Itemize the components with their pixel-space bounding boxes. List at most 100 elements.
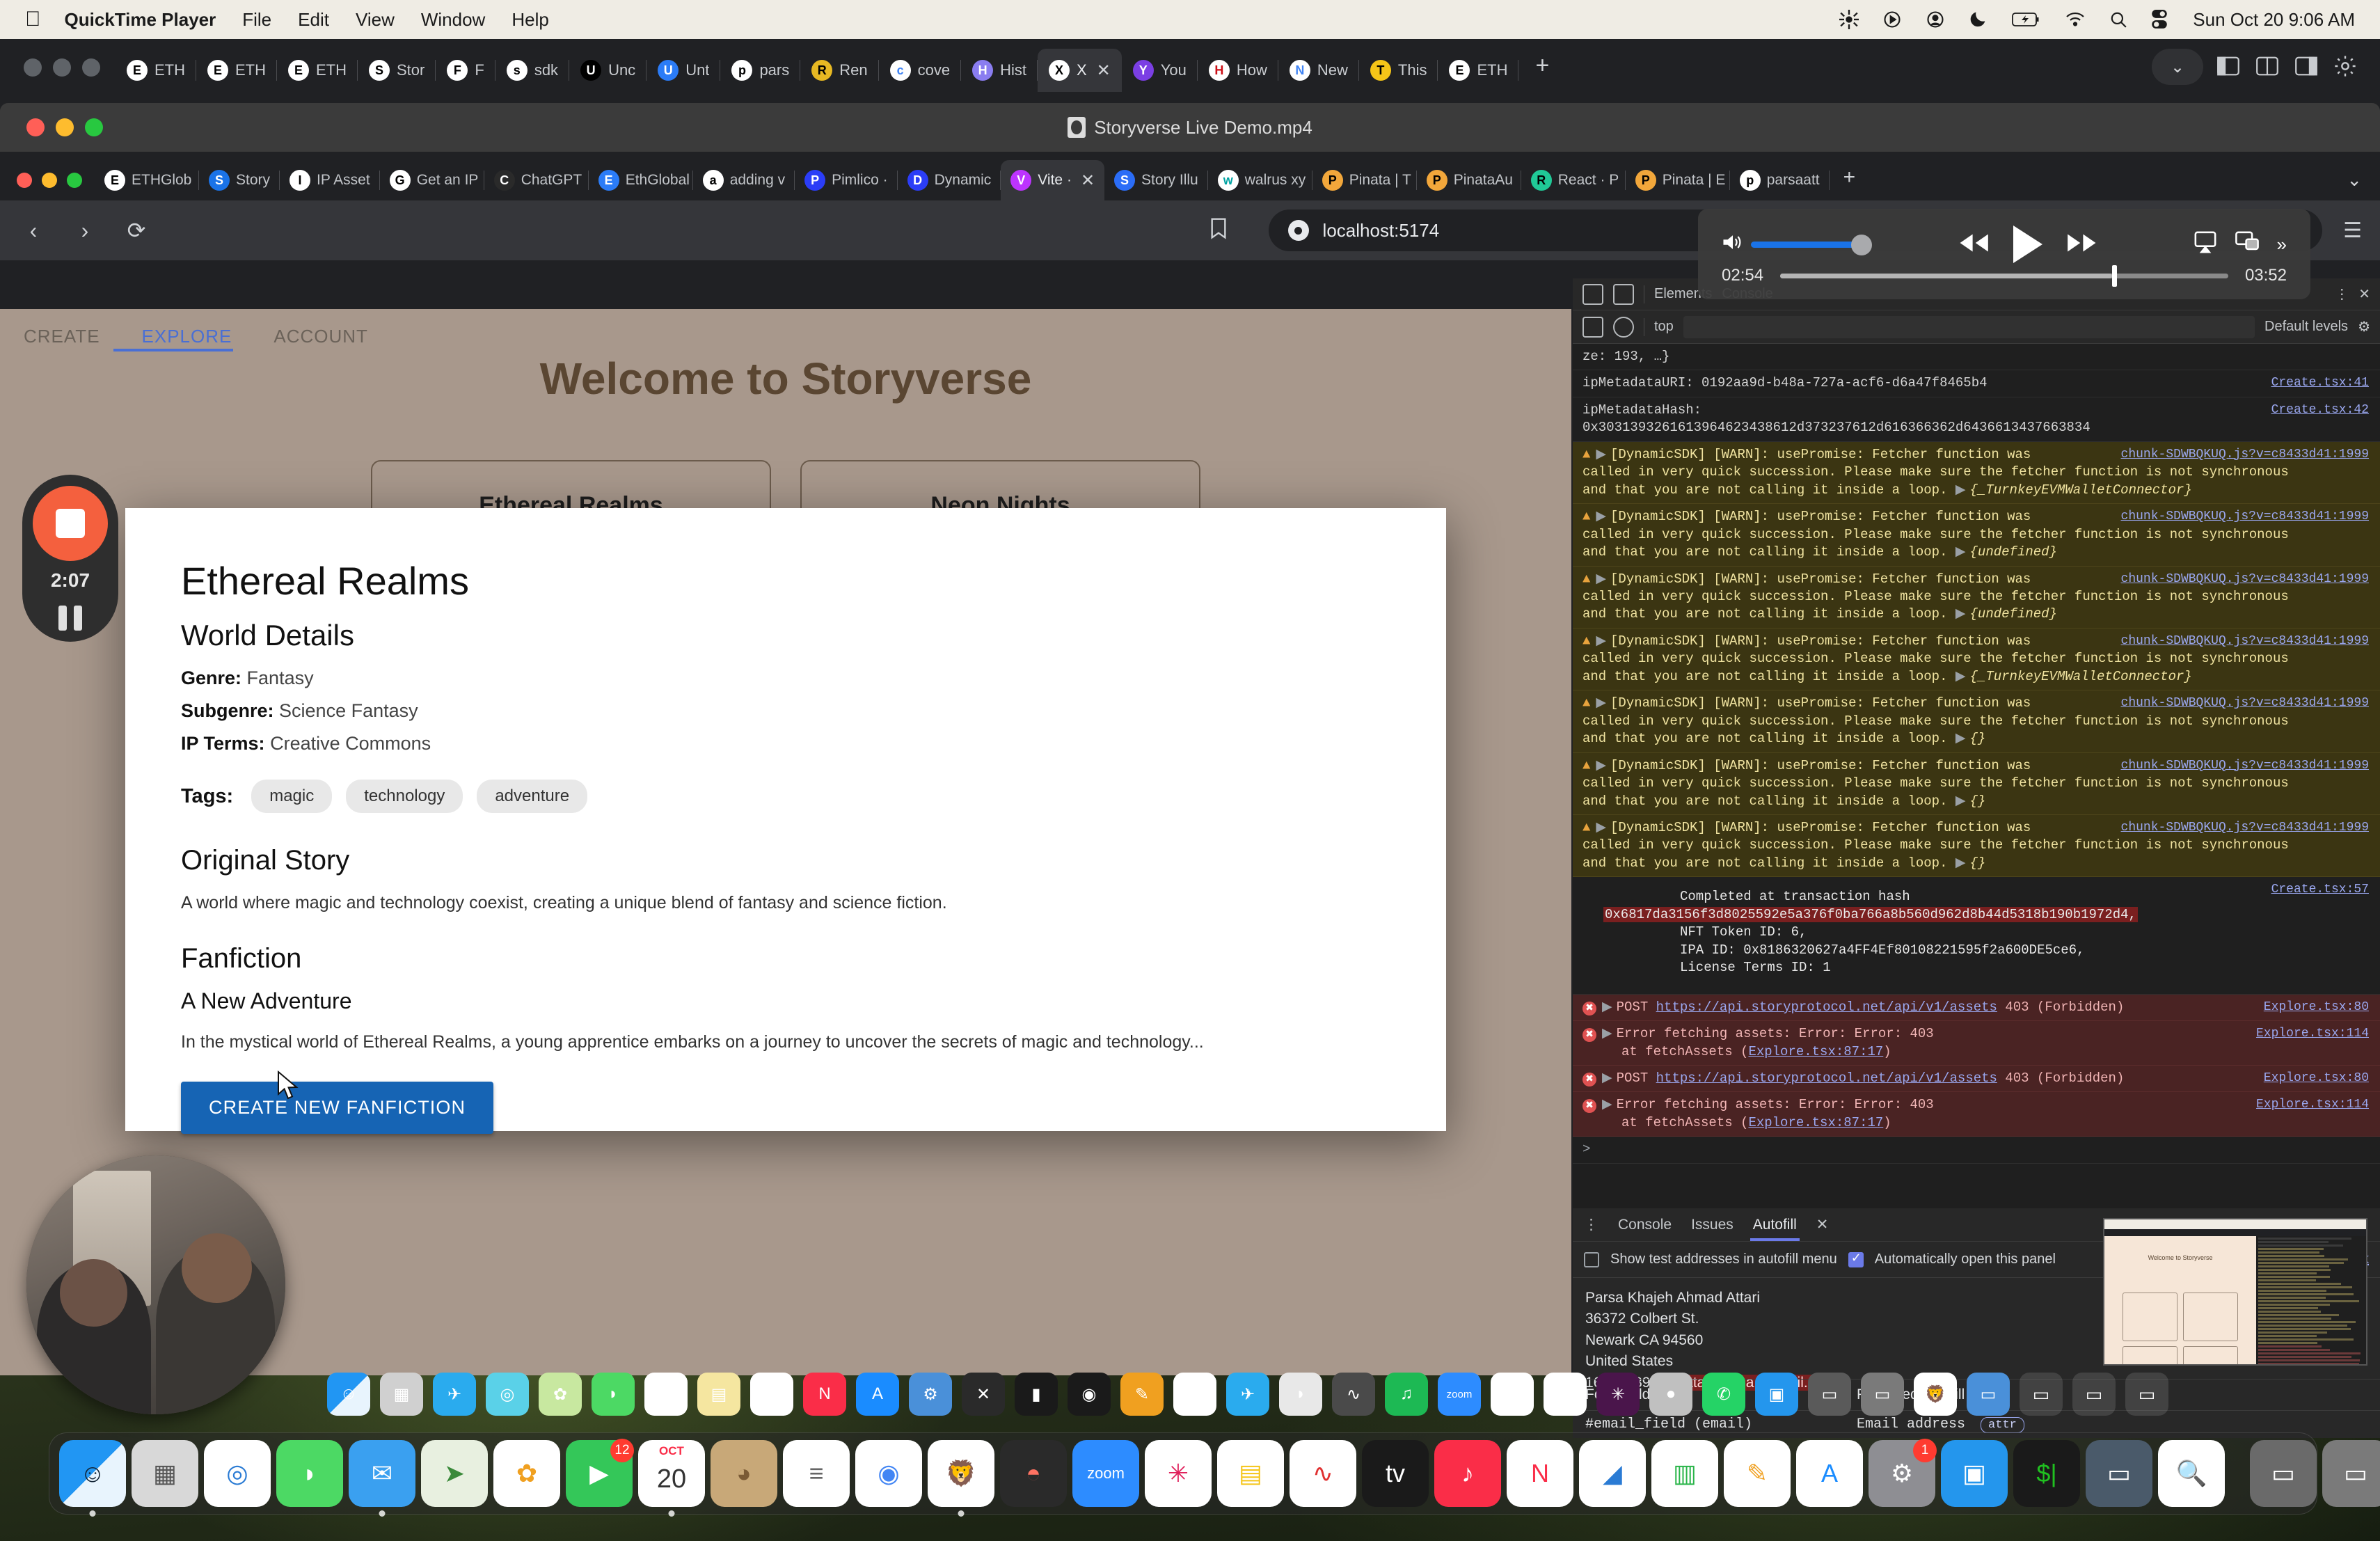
console-levels-selector[interactable]: Default levels <box>2264 319 2348 335</box>
app-strip-item-chat-app[interactable]: ◗ <box>1279 1373 1322 1416</box>
seek-playhead[interactable] <box>2112 265 2117 287</box>
control-center-icon[interactable] <box>2151 10 2168 29</box>
console-source-link[interactable]: chunk-SDWBQKUQ.js?v=c8433d41:1999 <box>2121 446 2369 463</box>
console-source-link[interactable]: Explore.tsx:114 <box>2256 1025 2369 1042</box>
expand-arrow-icon[interactable]: ▶ <box>1602 999 1612 1015</box>
modal-tag[interactable]: technology <box>346 780 463 813</box>
expand-arrow-icon[interactable]: ▶ <box>1596 633 1606 649</box>
back-button[interactable]: ‹ <box>18 218 49 244</box>
trash-icon[interactable]: ▭ <box>2125 1373 2168 1416</box>
dock-item-finder-window-1[interactable]: ▭ <box>2250 1440 2317 1507</box>
create-new-fanfiction-button[interactable]: CREATE NEW FANFICTION <box>181 1082 493 1134</box>
console-source-link[interactable]: chunk-SDWBQKUQ.js?v=c8433d41:1999 <box>2121 757 2369 774</box>
browser-tab[interactable]: w walrus xy <box>1208 160 1312 200</box>
wifi-icon[interactable] <box>2065 11 2086 28</box>
app-strip-item-chrome-app[interactable]: ◉ <box>1544 1373 1587 1416</box>
browser-tab[interactable]: U Unt <box>646 49 720 92</box>
console-source-link[interactable]: Explore.tsx:114 <box>2256 1096 2369 1113</box>
menu-bar-clock[interactable]: Sun Oct 20 9:06 AM <box>2193 9 2355 31</box>
browser-tab[interactable]: S Story <box>199 160 280 200</box>
close-button[interactable] <box>17 173 32 188</box>
browser-tab[interactable]: P Pimlico · <box>795 160 898 200</box>
browser-menu-icon[interactable]: ☰ <box>2343 219 2362 243</box>
console-log-row[interactable]: ipMetadataHash: 0x30313932616139646234386… <box>1573 397 2380 442</box>
browser-tab[interactable]: R React · P <box>1521 160 1626 200</box>
app-strip-item-settings-app[interactable]: ⚙ <box>909 1373 952 1416</box>
outer-new-tab-button[interactable]: + <box>1518 52 1566 92</box>
close-button[interactable] <box>24 58 42 77</box>
dock-item-figma[interactable]: ◓ <box>1000 1440 1067 1507</box>
console-log-row[interactable]: ze: 193, …} <box>1573 344 2380 370</box>
app-strip-item-whatsapp-app[interactable]: ✆ <box>1702 1373 1745 1416</box>
console-source-link[interactable]: Explore.tsx:80 <box>2264 999 2369 1016</box>
menu-item-file[interactable]: File <box>242 9 271 31</box>
browser-tab[interactable]: N New <box>1278 49 1359 92</box>
modal-tag[interactable]: adventure <box>477 780 587 813</box>
app-strip-item-notion-app[interactable]: N <box>1173 1373 1216 1416</box>
app-strip-item-circle-app[interactable]: ● <box>1649 1373 1692 1416</box>
console-context-selector[interactable]: top <box>1654 319 1674 335</box>
browser-tab[interactable]: H How <box>1198 49 1278 92</box>
console-warning-row[interactable]: ▲ ▶ [DynamicSDK] [WARN]: usePromise: Fetch… <box>1573 504 2380 566</box>
rewind-icon[interactable] <box>1956 231 1991 258</box>
menu-item-window[interactable]: Window <box>421 9 485 31</box>
expand-arrow-icon[interactable]: ▶ <box>1955 731 1966 746</box>
browser-tab[interactable]: E ETHGlob <box>95 160 199 200</box>
expand-arrow-icon[interactable]: ▶ <box>1955 544 1966 560</box>
dock-item-calendar[interactable]: OCT 20 <box>638 1440 705 1507</box>
app-strip-item-zoom-app[interactable]: zoom <box>1438 1373 1481 1416</box>
request-url[interactable]: https://api.storyprotocol.net/api/v1/ass… <box>1656 999 1997 1015</box>
modal-tag[interactable]: magic <box>251 780 332 813</box>
app-strip-item-chatgpt-app[interactable]: ◉ <box>1068 1373 1111 1416</box>
drawer-tab-issues[interactable]: Issues <box>1691 1217 1734 1233</box>
stack-source-link[interactable]: Explore.tsx:87:17 <box>1748 1115 1883 1130</box>
chevron-double-right-icon[interactable]: » <box>2277 234 2287 255</box>
expand-arrow-icon[interactable]: ▶ <box>1596 695 1606 711</box>
expand-arrow-icon[interactable]: ▶ <box>1955 606 1966 622</box>
console-source-link[interactable]: chunk-SDWBQKUQ.js?v=c8433d41:1999 <box>2121 508 2369 525</box>
console-warning-row[interactable]: ▲ ▶ [DynamicSDK] [WARN]: usePromise: Fetch… <box>1573 753 2380 815</box>
inspect-element-icon[interactable] <box>1582 284 1603 305</box>
dock-item-app-store[interactable]: A <box>1796 1440 1863 1507</box>
pause-recording-button[interactable] <box>58 606 82 631</box>
console-source-link[interactable]: chunk-SDWBQKUQ.js?v=c8433d41:1999 <box>2121 571 2369 587</box>
app-strip-item-photos-app[interactable]: ✿ <box>539 1373 582 1416</box>
dock-item-keynote[interactable]: ◢ <box>1579 1440 1646 1507</box>
console-filter-input[interactable] <box>1683 316 2255 338</box>
nav-item-account[interactable]: ACCOUNT <box>273 326 368 347</box>
console-log-row[interactable]: ipMetadataURI: 0192aa9d-b48a-727a-acf6-d… <box>1573 370 2380 397</box>
dock-item-maps[interactable]: ➤ <box>421 1440 488 1507</box>
app-strip-item-finder-app[interactable]: ☺ <box>327 1373 370 1416</box>
forward-button[interactable]: › <box>70 218 100 244</box>
dock-item-finder-window-2[interactable]: ▭ <box>2322 1440 2380 1507</box>
app-strip-item-photos2-app[interactable]: ✿ <box>750 1373 793 1416</box>
browser-tab[interactable]: T This <box>1359 49 1438 92</box>
app-strip-item-notes-app[interactable]: ▤ <box>697 1373 740 1416</box>
expand-arrow-icon[interactable]: ▶ <box>1596 447 1606 462</box>
console-warning-row[interactable]: ▲ ▶ [DynamicSDK] [WARN]: usePromise: Fetch… <box>1573 442 2380 504</box>
clear-console-icon[interactable] <box>1582 317 1603 338</box>
browser-tab[interactable]: R Ren <box>800 49 878 92</box>
nav-item-explore[interactable]: EXPLORE <box>142 326 232 347</box>
menu-item-edit[interactable]: Edit <box>298 9 329 31</box>
console-error-row[interactable]: ✖ ▶ POST https://api.storyprotocol.net/api… <box>1573 995 2380 1021</box>
drawer-tab-console[interactable]: Console <box>1618 1217 1672 1233</box>
dock-item-brave[interactable]: 🦁 <box>928 1440 994 1507</box>
site-info-icon[interactable] <box>1288 220 1309 241</box>
console-warning-row[interactable]: ▲ ▶ [DynamicSDK] [WARN]: usePromise: Fetch… <box>1573 629 2380 690</box>
app-strip-item-telegram2-app[interactable]: ✈ <box>1226 1373 1269 1416</box>
dock-item-docker[interactable]: ▣ <box>1941 1440 2008 1507</box>
dock-item-activity-monitor[interactable]: ∿ <box>1290 1440 1356 1507</box>
dock-item-launchpad[interactable]: ▦ <box>132 1440 198 1507</box>
seek-slider[interactable] <box>1780 274 2228 278</box>
app-strip-item-telegram-app[interactable]: ✈ <box>433 1373 476 1416</box>
airplay-icon[interactable] <box>2193 231 2217 258</box>
console-error-row[interactable]: ✖ ▶ Error fetching assets: Error: Error: 4… <box>1573 1092 2380 1137</box>
expand-arrow-icon[interactable]: ▶ <box>1955 669 1966 684</box>
dock-item-reminders[interactable]: ≡ <box>783 1440 850 1507</box>
bookmark-icon[interactable] <box>1209 217 1228 244</box>
request-url[interactable]: https://api.storyprotocol.net/api/v1/ass… <box>1656 1070 1997 1086</box>
console-error-row[interactable]: ✖ ▶ Error fetching assets: Error: Error: 4… <box>1573 1021 2380 1066</box>
expand-arrow-icon[interactable]: ▶ <box>1596 571 1606 587</box>
expand-arrow-icon[interactable]: ▶ <box>1596 820 1606 835</box>
